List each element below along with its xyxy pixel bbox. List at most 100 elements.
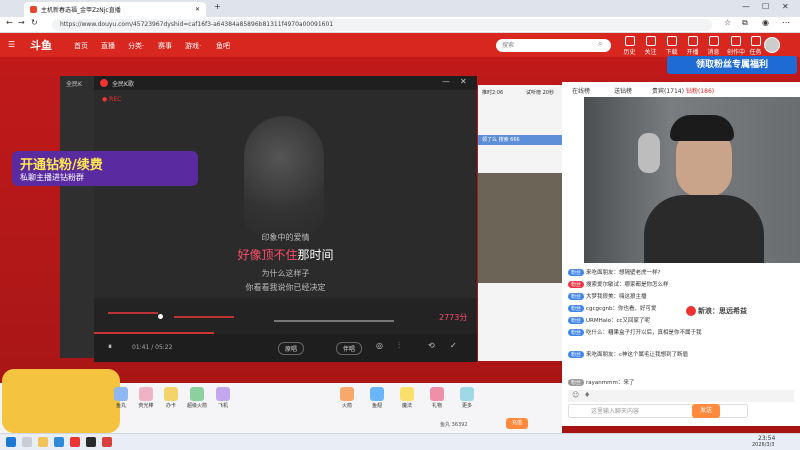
check-icon[interactable]: ✓ [450,341,457,350]
send-button[interactable]: 发送 [692,404,720,418]
ktv-controls: ⏸ 01:41 / 05:22 原唱 伴唱 ◎ ⫶ ⟲ ✓ [94,334,477,362]
site-logo[interactable]: 斗鱼 [30,37,52,53]
gift-item[interactable]: 更多 [456,387,478,409]
browser-taskbar-icon[interactable] [54,437,64,447]
promo-title: 开通钻粉/续费 [20,158,103,173]
back-icon[interactable]: ← [6,18,13,27]
search-input[interactable]: 搜索 [496,39,611,52]
chat-input[interactable]: 这里输入聊天内容 [568,404,748,418]
chat-message: 粉丝 URMHalo：cc又回家了呢 [568,316,650,324]
follow-button[interactable]: 关注 [643,36,658,56]
new-tab-icon[interactable]: + [214,2,221,11]
chat-message: 粉丝 吃什么：糟果盒子打开以后，真相是你不属于我 [568,328,718,336]
stream-banner: 领了么 搜索 666 [478,135,562,145]
start-live-button[interactable]: 开播 [685,36,700,56]
ktv-titlebar: 全民K歌 — ✕ [94,76,477,90]
fan-benefit-button[interactable]: 领取粉丝专属福利 [667,56,797,74]
download-icon [666,36,677,46]
task-button[interactable]: 任务 [748,36,763,56]
nav-events[interactable]: 赛事 [158,41,172,51]
promo-banner[interactable]: 开通钻粉/续费 私聊主播进钻粉群 [12,151,198,186]
task-icon [750,36,761,46]
close-tab-icon[interactable]: ✕ [195,6,200,13]
avatar[interactable] [764,37,780,53]
forward-icon[interactable]: → [18,18,25,27]
ktv-logo-icon [100,79,108,87]
nav-home[interactable]: 首页 [74,41,88,51]
stream-video [478,173,562,283]
url-field[interactable]: https://www.douyu.com/45723967dyshid=caf… [52,19,712,31]
lyric-line-1: 印象中的爱情 [261,233,310,242]
nav-games[interactable]: 游戏· [185,41,201,51]
lyric-line-current: 好像顶不住那时间 [237,248,334,262]
app-taskbar-icon[interactable] [102,437,112,447]
favicon-icon [30,6,37,13]
play-time: 01:41 / 05:22 [132,344,173,351]
pitch-cursor-icon [158,314,163,319]
app-taskbar-icon[interactable] [70,437,80,447]
weibo-icon [686,306,696,316]
gift-item[interactable]: 魔法 [396,387,418,409]
gift-item[interactable]: 荧光棒 [135,387,157,409]
chat-message: 粉丝 来吃面朋友：想隔壁老虎一样? [568,268,660,276]
tab-diamond-fans[interactable]: 钻粉(186) [686,86,714,95]
mascot-logo [2,369,120,433]
screen: 主机新春选福_金甲ZzNjc直播 ✕ + — ☐ ✕ ← → ↻ https:/… [0,0,800,450]
browser-tab[interactable]: 主机新春选福_金甲ZzNjc直播 ✕ [24,2,206,17]
chat-message: 粉丝 来吃面朋友：c神这个属毛让我想到了断眉 [568,350,718,358]
profile-icon[interactable]: ◉ [762,18,769,27]
gift-item[interactable]: 鱼翅 [366,387,388,409]
star-icon[interactable]: ☆ [724,18,731,27]
extension-icon[interactable]: ⧉ [742,18,748,28]
ktv-close-icon[interactable]: ✕ [460,77,467,86]
nav-live[interactable]: 直播 [101,41,115,51]
file-explorer-icon[interactable] [38,437,48,447]
chat-message: 粉丝 rayanmmm：来了 [568,378,634,386]
search-taskbar-icon[interactable] [22,437,32,447]
start-icon[interactable] [6,437,16,447]
tab-online-rank[interactable]: 在线榜 [572,86,590,95]
emoji-icon[interactable]: ☺ [572,391,579,399]
fan-badge-icon[interactable]: ♦ [584,391,590,399]
equalizer-icon[interactable]: ⫶ [398,341,400,351]
nav-category[interactable]: 分类· [128,41,144,51]
heart-icon [645,36,656,46]
original-vocal-button[interactable]: 原唱 [278,342,305,355]
download-button[interactable]: 下载 [664,36,679,56]
gift-item[interactable]: 礼物 [426,387,448,409]
minimize-icon[interactable]: — [742,2,750,11]
rec-indicator: ● REC [102,96,122,103]
gift-item[interactable]: 鱼丸 [110,387,132,409]
fish-ball-count: 鱼丸 36392 [440,422,468,428]
repeat-icon[interactable]: ⟲ [428,341,435,350]
close-window-icon[interactable]: ✕ [782,2,789,11]
tab-gift-rank[interactable]: 送钻榜 [614,86,632,95]
recharge-button[interactable]: 充值 [506,418,528,429]
tab-title: 主机新春选福_金甲ZzNjc直播 [41,7,121,14]
gift-item[interactable]: 飞机 [212,387,234,409]
clock-date: 2026/3/3 [752,442,775,448]
pause-icon[interactable]: ⏸ [108,342,112,352]
message-button[interactable]: 消息 [706,36,721,56]
nav-fishbar[interactable]: 鱼吧 [216,41,230,51]
search-icon[interactable]: ⌕ [598,39,602,49]
site-header: ☰ 斗鱼 首页 直播 分类· 赛事 游戏· 鱼吧 搜索 ⌕ 历史 关注 下载 开… [0,33,800,65]
app-taskbar-icon[interactable] [86,437,96,447]
accompany-button[interactable]: 伴唱 [336,342,363,355]
stream-preview: 推时2:06 试听榜 20秒 领了么 搜索 666 [478,85,562,361]
gift-item[interactable]: 超级火箭 [186,387,208,409]
gift-item[interactable]: 火箭 [336,387,358,409]
tab-vip[interactable]: 贵宾(1714) [652,86,684,95]
menu-dots-icon[interactable]: ⋯ [782,18,790,27]
hamburger-icon[interactable]: ☰ [8,40,15,49]
gift-item[interactable]: 办卡 [160,387,182,409]
stream-label-rank: 试听榜 20秒 [526,90,554,96]
ktv-minimize-icon[interactable]: — [442,77,450,86]
refresh-icon[interactable]: ↻ [31,18,38,27]
weibo-label: 新浪：思远希益 [698,307,747,315]
streamer-camera [584,97,800,263]
history-button[interactable]: 历史 [622,36,637,56]
effect-icon[interactable]: ◎ [376,341,383,350]
maximize-icon[interactable]: ☐ [762,2,769,11]
message-icon [708,36,719,46]
